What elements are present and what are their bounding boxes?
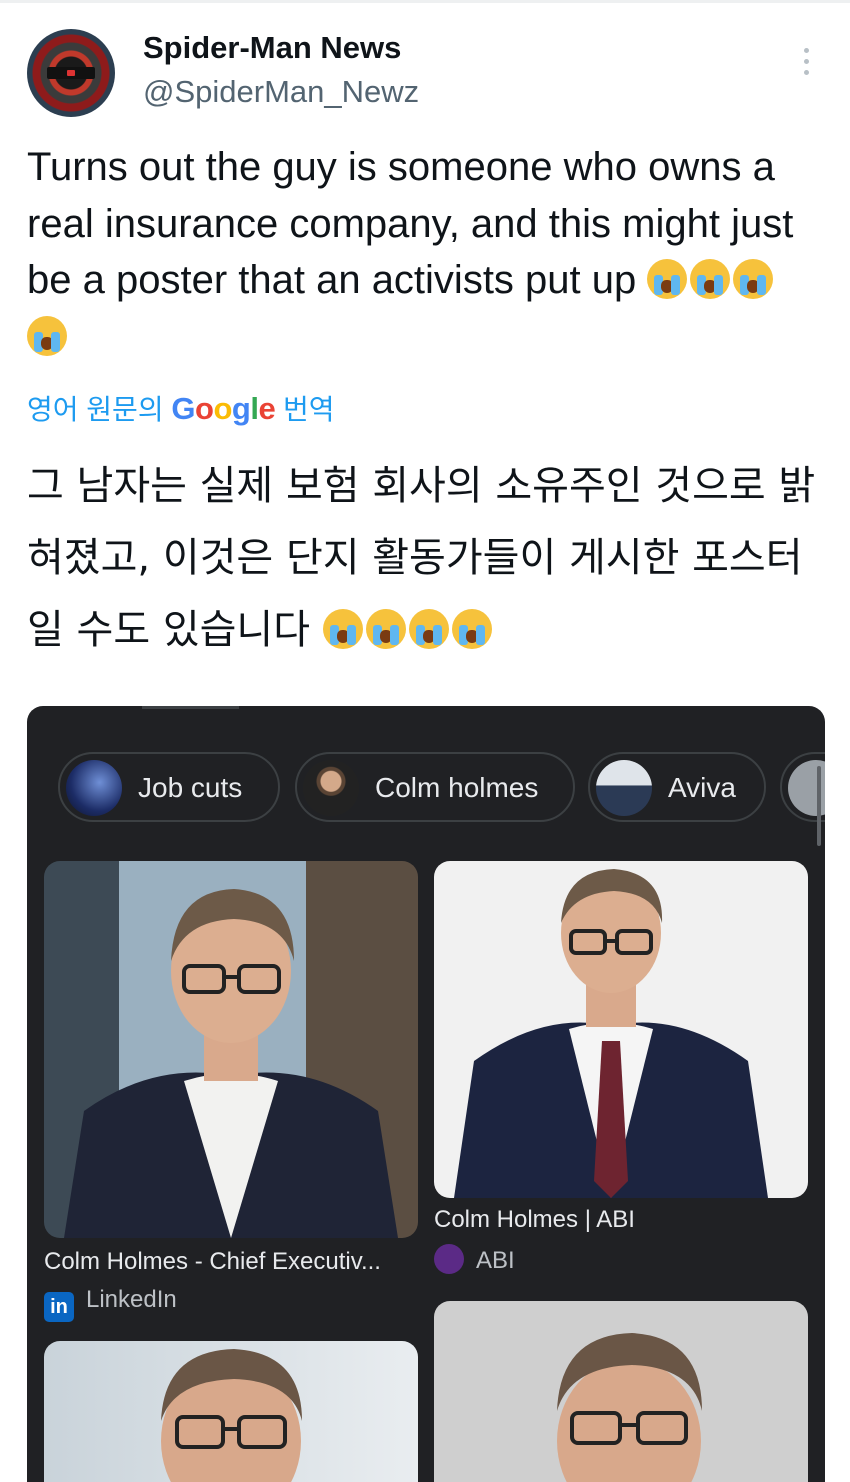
chip-label: Job cuts <box>138 772 243 803</box>
abi-icon <box>434 1244 464 1274</box>
chip-thumbnail <box>303 760 359 816</box>
chip-colm-holmes[interactable]: Colm holmes <box>295 752 575 822</box>
result-caption[interactable]: Colm Holmes | ABI <box>434 1206 635 1234</box>
chip-label: Aviva <box>668 772 736 803</box>
result-image-3[interactable] <box>44 1341 418 1482</box>
result-source[interactable]: in LinkedIn <box>44 1286 177 1322</box>
result-source-name: ABI <box>476 1247 515 1274</box>
person-photo <box>557 1333 702 1482</box>
result-image-2[interactable] <box>434 861 808 1198</box>
translate-link[interactable]: 영어 원문의 Google 번역 <box>27 388 335 428</box>
result-source-name: LinkedIn <box>86 1286 177 1313</box>
crying-face-emoji <box>27 315 67 356</box>
user-handle[interactable]: @SpiderMan_Newz <box>143 74 419 110</box>
crying-face-emoji <box>451 609 492 649</box>
result-caption[interactable]: Colm Holmes - Chief Executiv... <box>44 1248 381 1276</box>
related-search-chips: Job cuts Colm holmes Aviva <box>58 752 825 826</box>
crying-face-emoji <box>690 259 731 299</box>
google-logo: Google <box>171 391 276 426</box>
tab-indicator <box>142 706 239 709</box>
profile-avatar[interactable] <box>27 29 115 117</box>
chip-job-cuts[interactable]: Job cuts <box>58 752 280 822</box>
person-photo <box>161 1349 302 1482</box>
linkedin-icon: in <box>44 1292 74 1322</box>
translate-prefix: 영어 원문의 <box>27 394 164 425</box>
attached-screenshot[interactable]: Job cuts Colm holmes Aviva Colm Holmes -… <box>27 706 825 1482</box>
crying-face-emoji <box>322 609 363 649</box>
person-photo <box>64 889 398 1238</box>
chip-aviva[interactable]: Aviva <box>588 752 766 822</box>
crying-face-emoji <box>733 259 774 299</box>
tweet-text: Turns out the guy is someone who owns a … <box>27 139 817 365</box>
result-image-4[interactable] <box>434 1301 808 1482</box>
chip-thumbnail <box>66 760 122 816</box>
crying-face-emoji <box>647 259 688 299</box>
more-options-icon[interactable] <box>796 48 816 82</box>
person-photo <box>454 869 768 1198</box>
translated-text: 그 남자는 실제 보험 회사의 소유주인 것으로 밝혀졌고, 이것은 단지 활동… <box>27 450 827 666</box>
chip-thumbnail <box>596 760 652 816</box>
crying-face-emoji <box>365 609 406 649</box>
top-divider <box>0 0 850 3</box>
result-image-1[interactable] <box>44 861 418 1238</box>
display-name[interactable]: Spider-Man News <box>143 30 401 66</box>
result-source[interactable]: ABI <box>434 1244 515 1275</box>
chip-label: Colm holmes <box>375 772 539 803</box>
crying-face-emoji <box>408 609 449 649</box>
scrollbar[interactable] <box>817 766 821 846</box>
translate-suffix: 번역 <box>282 394 335 425</box>
